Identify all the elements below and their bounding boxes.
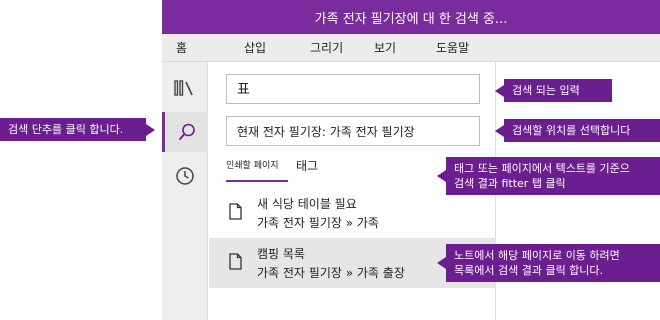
onenote-search-screen: 가족 전자 필기장에 대 한 검색 중... 홈 삽입 그리기 보기 도움말 표… bbox=[0, 0, 660, 320]
search-scope-dropdown[interactable]: 현재 전자 필기장: 가족 전자 필기장 bbox=[226, 116, 480, 146]
search-button[interactable] bbox=[162, 112, 208, 152]
ribbon-tabs: 홈 삽입 그리기 보기 도움말 bbox=[162, 34, 660, 62]
search-scope-text: 현재 전자 필기장: 가족 전자 필기장 bbox=[237, 124, 415, 139]
search-input[interactable]: 표 bbox=[226, 74, 480, 104]
callout-filter-tabs: 태그 또는 페이지에서 텍스트를 기준으 검색 결과 fitter 탭 클릭 bbox=[437, 157, 660, 195]
result-title: 새 식당 테이블 필요 bbox=[257, 197, 357, 211]
tab-home[interactable]: 홈 bbox=[176, 34, 187, 62]
notebooks-button[interactable] bbox=[162, 68, 208, 108]
callout-text: 검색 단추를 클릭 합니다. bbox=[8, 123, 124, 136]
callout-text: 검색할 위치를 선택합니다 bbox=[512, 124, 631, 137]
recent-notes-button[interactable] bbox=[162, 156, 208, 196]
callout-text: 검색 되는 입력 bbox=[512, 84, 580, 97]
search-query-text: 표 bbox=[237, 82, 250, 98]
result-path: 가족 전자 필기장 » 가족 출장 bbox=[257, 266, 405, 280]
search-icon bbox=[178, 123, 195, 141]
tab-help[interactable]: 도움말 bbox=[436, 34, 469, 62]
callout-text-line2: 검색 결과 fitter 탭 클릭 bbox=[454, 177, 566, 190]
callout-search-result: 노트에서 해당 페이지로 이동 하려면 목록에서 검색 결과 클릭 합니다. bbox=[437, 244, 660, 282]
recent-icon bbox=[176, 167, 194, 185]
callout-text-line1: 노트에서 해당 페이지로 이동 하려면 bbox=[454, 249, 620, 262]
tab-insert[interactable]: 삽입 bbox=[244, 34, 266, 62]
tab-pages-filter[interactable]: 인쇄할 페이지 bbox=[226, 156, 288, 182]
callout-text-line2: 목록에서 검색 결과 클릭 합니다. bbox=[454, 264, 604, 277]
page-icon bbox=[229, 253, 242, 270]
page-icon bbox=[229, 203, 242, 220]
callout-search-input: 검색 되는 입력 bbox=[495, 79, 612, 102]
window-title: 가족 전자 필기장에 대 한 검색 중... bbox=[314, 11, 508, 27]
result-title: 캠핑 목록 bbox=[257, 247, 305, 261]
search-result-item[interactable]: 새 식당 테이블 필요 가족 전자 필기장 » 가족 bbox=[209, 188, 495, 238]
title-bar: 가족 전자 필기장에 대 한 검색 중... bbox=[162, 0, 660, 34]
tab-view[interactable]: 보기 bbox=[374, 34, 396, 62]
callout-search-scope: 검색할 위치를 선택합니다 bbox=[495, 119, 660, 142]
result-path: 가족 전자 필기장 » 가족 bbox=[257, 216, 379, 230]
library-icon bbox=[174, 80, 193, 96]
callout-search-button: 검색 단추를 클릭 합니다. bbox=[0, 118, 155, 141]
tab-tags-filter[interactable]: 태그 bbox=[296, 156, 318, 182]
navigation-sidebar bbox=[162, 62, 208, 320]
callout-text-line1: 태그 또는 페이지에서 텍스트를 기준으 bbox=[454, 162, 630, 175]
tab-draw[interactable]: 그리기 bbox=[310, 34, 343, 62]
